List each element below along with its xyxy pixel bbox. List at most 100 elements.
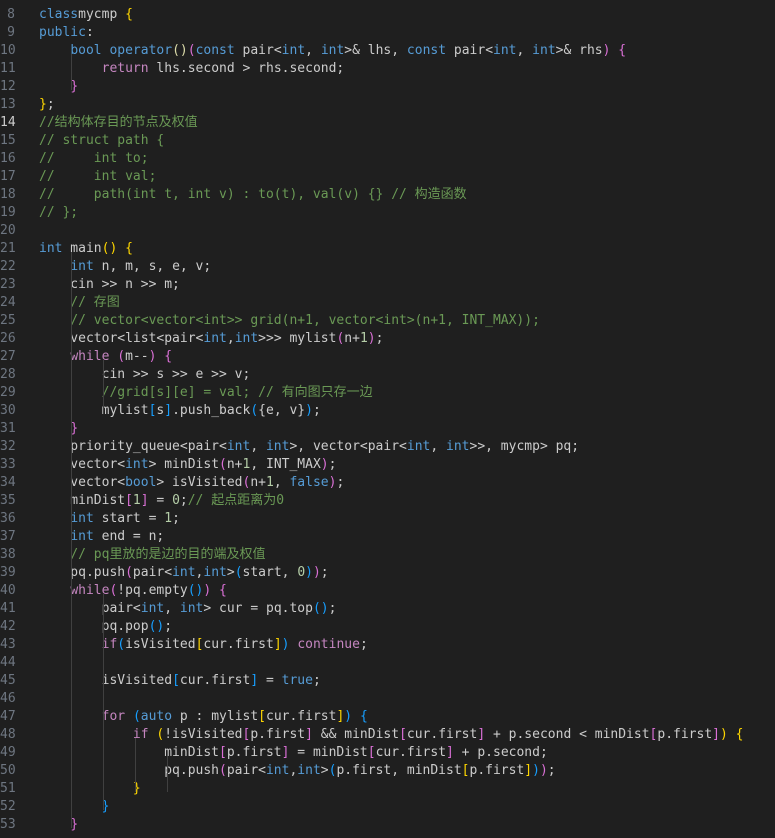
code-line[interactable]: 43 if(isVisited[cur.first]) continue; [0, 636, 775, 654]
code-token: , [273, 475, 290, 490]
code-line[interactable]: 28 cin >> s >> e >> v; [0, 366, 775, 384]
code-token: int [70, 529, 94, 544]
code-token: // struct path { [39, 133, 165, 148]
code-line[interactable]: 12 } [0, 78, 775, 96]
code-token: ) [305, 565, 313, 580]
code-token: ; [179, 493, 188, 508]
code-token: ( [219, 763, 227, 778]
line-number: 17 [0, 169, 16, 184]
code-line[interactable]: 41 pair<int, int> cur = pq.top(); [0, 600, 775, 618]
code-token: + p.second; [453, 745, 548, 760]
code-line[interactable]: 44 [0, 654, 775, 672]
code-token: ] [477, 727, 486, 742]
code-line[interactable]: 20 [0, 222, 775, 240]
code-line[interactable]: 39 pq.push(pair<int,int>(start, 0)); [0, 564, 775, 582]
code-line[interactable]: 24 // 存图 [0, 294, 775, 312]
code-line[interactable]: 51 } [0, 780, 775, 798]
code-line[interactable]: 48 if (!isVisited[p.first] && minDist[cu… [0, 726, 775, 744]
code-token: start, [242, 565, 298, 580]
line-number: 33 [0, 457, 16, 472]
code-lines: 8 classmycmp {9 public: 10 bool operator()(… [0, 0, 775, 834]
code-line[interactable]: 13}; [0, 96, 775, 114]
code-text: while (m--) { [39, 348, 172, 366]
code-token: vector< [39, 457, 126, 472]
code-text: minDist[p.first] = minDist[cur.first] + … [39, 744, 548, 762]
line-number: 34 [0, 475, 16, 490]
code-token: ] [712, 727, 720, 742]
code-line[interactable]: 11 return lhs.second > rhs.second; [0, 60, 775, 78]
code-line[interactable]: 14 //结构体存目的节点及权值 [0, 114, 775, 132]
code-text: vector<int> minDist(n+1, INT_MAX); [39, 456, 336, 474]
indent-guide [103, 594, 104, 810]
code-line[interactable]: 23 cin >> n >> m; [0, 276, 775, 294]
code-line[interactable]: 42 pq.pop(); [0, 618, 775, 636]
code-line[interactable]: 45 isVisited[cur.first] = true; [0, 672, 775, 690]
code-editor[interactable]: 8 classmycmp {9 public: 10 bool operator()(… [0, 0, 775, 838]
code-token: > isVisited [156, 475, 243, 490]
code-text: } [39, 78, 78, 96]
line-number: 14 [0, 115, 16, 130]
code-token: // 起点距离为0 [187, 493, 285, 508]
code-line[interactable]: 38 // pq里放的是边的目的端及权值 [0, 546, 775, 564]
line-number: 39 [0, 565, 16, 580]
code-token: lhs.second > rhs.second; [148, 61, 345, 76]
code-text: } [39, 816, 78, 834]
code-line[interactable]: 33 vector<int> minDist(n+1, INT_MAX); [0, 456, 775, 474]
code-line[interactable]: 29 //grid[s][e] = val; // 有向图只存一边 [0, 384, 775, 402]
code-line[interactable]: 26 vector<list<pair<int,int>>> mylist(n+… [0, 330, 775, 348]
code-line[interactable]: 27 while (m--) { [0, 348, 775, 366]
code-text: cin >> n >> m; [39, 276, 180, 294]
code-token: , [516, 43, 533, 58]
code-line[interactable]: 49 minDist[p.first] = minDist[cur.first]… [0, 744, 775, 762]
code-line[interactable]: 50 pq.push(pair<int,int>(p.first, minDis… [0, 762, 775, 780]
code-token: cur.first [375, 745, 447, 760]
code-line[interactable]: 25 // vector<vector<int>> grid(n+1, vect… [0, 312, 775, 330]
code-line[interactable]: 9 public: [0, 24, 775, 42]
code-token: end = n; [93, 529, 165, 544]
code-token: ( [219, 457, 227, 472]
code-token: pq.push [39, 565, 126, 580]
line-number: 48 [0, 727, 16, 742]
code-line[interactable]: 17 // int val; [0, 168, 775, 186]
code-token: // pq里放的是边的目的端及权值 [70, 547, 266, 562]
code-line[interactable]: 37 int end = n; [0, 528, 775, 546]
code-line[interactable]: 21 int main() { [0, 240, 775, 258]
code-line[interactable]: 16 // int to; [0, 150, 775, 168]
code-line[interactable]: 53 } [0, 816, 775, 834]
code-line[interactable]: 32 priority_queue<pair<int, int>, vector… [0, 438, 775, 456]
code-token: class [39, 7, 79, 22]
code-line[interactable]: 47 for (auto p : mylist[cur.first]) { [0, 708, 775, 726]
code-token: } [39, 97, 47, 112]
code-token: vector<list<pair< [39, 331, 204, 346]
code-line[interactable]: 18 // path(int t, int v) : to(t), val(v) … [0, 186, 775, 204]
code-line[interactable]: 22 int n, m, s, e, v; [0, 258, 775, 276]
code-token: mycmp [78, 7, 126, 22]
code-token: ) [281, 637, 290, 652]
code-token: // int val; [39, 169, 157, 184]
code-token: ; [328, 601, 337, 616]
line-number: 31 [0, 421, 16, 436]
code-line[interactable]: 8 classmycmp { [0, 6, 775, 24]
code-token: ) [344, 709, 353, 724]
code-line[interactable]: 52 } [0, 798, 775, 816]
code-token: int [320, 43, 345, 58]
code-token: 1 [265, 475, 274, 490]
code-token: 1 [359, 331, 368, 346]
code-line[interactable]: 30 mylist[s].push_back({e, v}); [0, 402, 775, 420]
code-line[interactable]: 10 bool operator()(const pair<int, int>&… [0, 42, 775, 60]
code-line[interactable]: 40 while(!pq.empty()) { [0, 582, 775, 600]
code-line[interactable]: 15 // struct path { [0, 132, 775, 150]
code-line[interactable]: 35 minDist[1] = 0;// 起点距离为0 [0, 492, 775, 510]
code-token: int [297, 763, 321, 778]
code-text: return lhs.second > rhs.second; [39, 60, 345, 78]
code-line[interactable]: 36 int start = 1; [0, 510, 775, 528]
code-text: } [39, 780, 141, 798]
code-line[interactable]: 31 } [0, 420, 775, 438]
code-line[interactable]: 46 [0, 690, 775, 708]
code-line[interactable]: 19 // }; [0, 204, 775, 222]
code-line[interactable]: 34 vector<bool> isVisited(n+1, false); [0, 474, 775, 492]
